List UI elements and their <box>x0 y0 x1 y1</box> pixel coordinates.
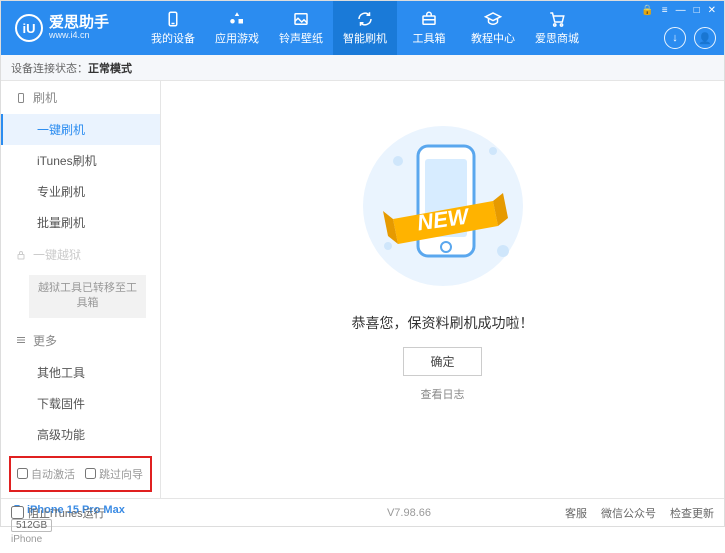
sidebar-item-advanced[interactable]: 高级功能 <box>1 419 160 450</box>
phone-icon <box>163 10 183 28</box>
menu-icon[interactable]: ≡ <box>662 5 668 16</box>
user-button[interactable]: 👤 <box>694 27 716 49</box>
nav-flash[interactable]: 智能刷机 <box>333 1 397 55</box>
sidebar-item-pro[interactable]: 专业刷机 <box>1 176 160 207</box>
sidebar-item-oneclick[interactable]: 一键刷机 <box>1 114 160 145</box>
footer-update[interactable]: 检查更新 <box>670 505 714 521</box>
sidebar: 刷机 一键刷机 iTunes刷机 专业刷机 批量刷机 一键越狱 越狱工具已转移至… <box>1 81 161 498</box>
sidebar-group-flash[interactable]: 刷机 <box>1 81 160 114</box>
nav-ringtone[interactable]: 铃声壁纸 <box>269 1 333 55</box>
graduation-icon <box>483 10 503 28</box>
toolbox-icon <box>419 10 439 28</box>
view-log-link[interactable]: 查看日志 <box>421 386 465 402</box>
check-auto-activate[interactable]: 自动激活 <box>17 466 75 482</box>
jailbreak-note: 越狱工具已转移至工具箱 <box>29 275 146 318</box>
maximize-icon[interactable]: □ <box>694 5 700 16</box>
brand-logo-icon: iU <box>15 14 43 42</box>
apps-icon <box>227 10 247 28</box>
lock-icon[interactable]: 🔒 <box>641 5 653 16</box>
minimize-icon[interactable]: — <box>676 5 686 16</box>
refresh-icon <box>355 10 375 28</box>
block-itunes-check[interactable]: 阻止iTunes运行 <box>11 505 105 521</box>
nav-my-device[interactable]: 我的设备 <box>141 1 205 55</box>
main-content: NEW 恭喜您，保资料刷机成功啦！ 确定 查看日志 <box>161 81 724 498</box>
brand-url: www.i4.cn <box>49 31 109 41</box>
more-icon <box>15 334 27 346</box>
sidebar-item-other[interactable]: 其他工具 <box>1 357 160 388</box>
lock-small-icon <box>15 249 27 261</box>
main-nav: 我的设备 应用游戏 铃声壁纸 智能刷机 工具箱 教程中心 爱思商城 <box>141 1 633 55</box>
sidebar-item-download[interactable]: 下载固件 <box>1 388 160 419</box>
sidebar-item-batch[interactable]: 批量刷机 <box>1 207 160 238</box>
sidebar-checks-highlight: 自动激活 跳过向导 <box>9 456 152 492</box>
sidebar-item-itunes[interactable]: iTunes刷机 <box>1 145 160 176</box>
titlebar: iU 爱思助手 www.i4.cn 我的设备 应用游戏 铃声壁纸 智能刷机 工具… <box>1 1 724 55</box>
footer: 阻止iTunes运行 V7.98.66 客服 微信公众号 检查更新 <box>1 498 724 526</box>
cart-icon <box>547 10 567 28</box>
title-right: 🔒 ≡ — □ ✕ ↓ 👤 <box>633 1 724 55</box>
device-model: iPhone <box>11 534 150 545</box>
check-skip-guide[interactable]: 跳过向导 <box>85 466 143 482</box>
footer-wechat[interactable]: 微信公众号 <box>601 505 656 521</box>
footer-support[interactable]: 客服 <box>565 505 587 521</box>
sidebar-group-jailbreak[interactable]: 一键越狱 <box>1 238 160 271</box>
brand: iU 爱思助手 www.i4.cn <box>1 1 141 55</box>
version-label: V7.98.66 <box>387 507 431 519</box>
image-icon <box>291 10 311 28</box>
nav-apps[interactable]: 应用游戏 <box>205 1 269 55</box>
phone-small-icon <box>15 92 27 104</box>
status-bar: 设备连接状态：正常模式 <box>1 55 724 81</box>
status-value: 正常模式 <box>88 60 132 76</box>
sidebar-group-more[interactable]: 更多 <box>1 324 160 357</box>
success-message: 恭喜您，保资料刷机成功啦！ <box>352 313 534 333</box>
close-icon[interactable]: ✕ <box>708 5 716 16</box>
nav-tutorial[interactable]: 教程中心 <box>461 1 525 55</box>
ok-button[interactable]: 确定 <box>403 347 481 376</box>
success-illustration: NEW <box>343 111 543 301</box>
nav-toolbox[interactable]: 工具箱 <box>397 1 461 55</box>
brand-name: 爱思助手 <box>49 15 109 32</box>
nav-shop[interactable]: 爱思商城 <box>525 1 589 55</box>
download-button[interactable]: ↓ <box>664 27 686 49</box>
